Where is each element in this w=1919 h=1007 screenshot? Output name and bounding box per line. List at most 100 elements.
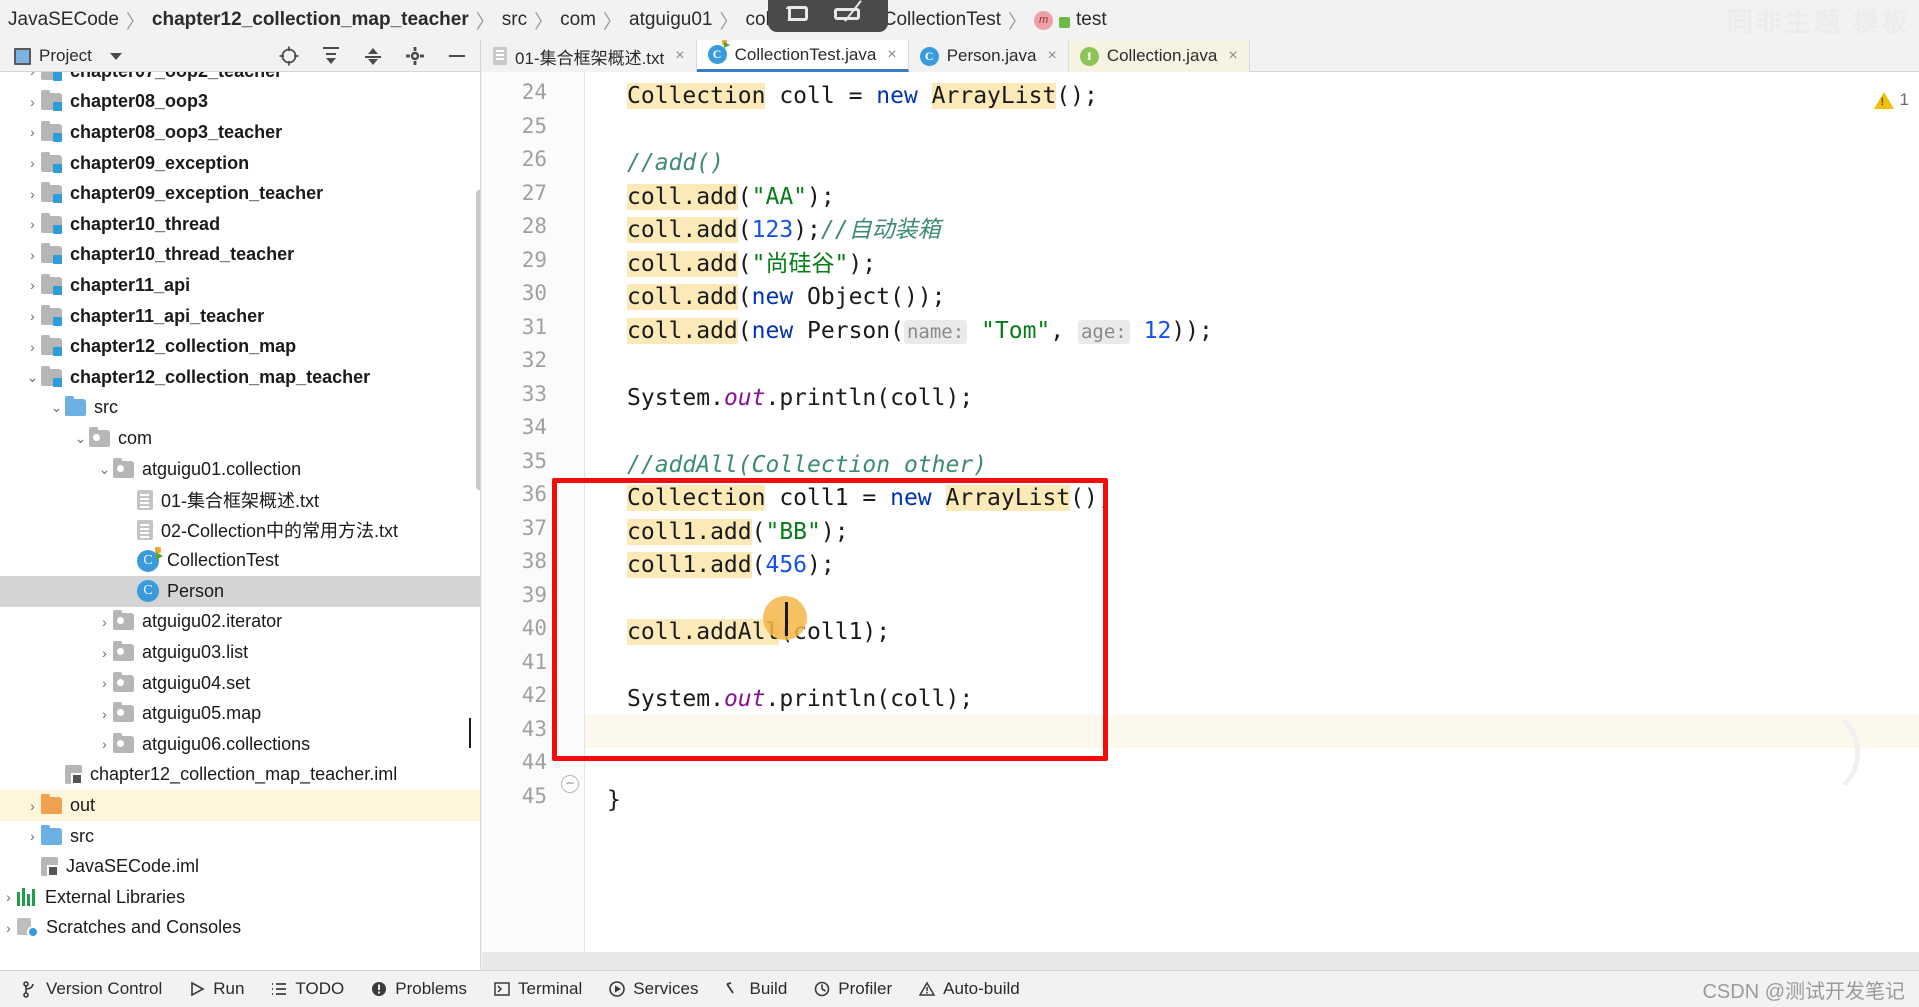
code-line-45[interactable]: } [607, 784, 621, 818]
tree-row-person[interactable]: C Person [0, 576, 480, 607]
code-line-27[interactable]: coll.add("AA"); [627, 181, 835, 215]
project-tree-panel[interactable]: › chapter07_oop2_teacher › chapter08_oop3 › c… [0, 72, 481, 970]
chevron-right-icon[interactable]: › [24, 828, 41, 844]
breadcrumb-item-atguigu01[interactable]: atguigu01 [623, 0, 718, 40]
chevron-right-icon[interactable]: › [0, 889, 17, 905]
chevron-right-icon[interactable]: › [24, 339, 41, 355]
hide-panel-icon[interactable] [446, 45, 468, 67]
tree-row-chapter11-api[interactable]: › chapter11_api [0, 270, 480, 301]
status-bar-item-auto-build[interactable]: Auto-build [905, 979, 1033, 999]
status-bar-item-terminal[interactable]: Terminal [480, 979, 595, 999]
chevron-down-icon[interactable] [109, 52, 122, 60]
tree-scrollbar[interactable] [476, 190, 480, 490]
code-line-37[interactable]: coll1.add("BB"); [627, 516, 849, 550]
chevron-right-icon[interactable]: › [24, 155, 41, 171]
code-line-35[interactable]: //addAll(Collection other) [627, 449, 987, 483]
collapse-all-icon[interactable] [362, 45, 384, 67]
close-icon[interactable]: × [675, 47, 684, 65]
chevron-right-icon[interactable]: › [24, 277, 41, 293]
status-bar-item-services[interactable]: Services [595, 979, 711, 999]
tree-row-collectiontest[interactable]: C CollectionTest [0, 546, 480, 577]
settings-gear-icon[interactable] [404, 45, 426, 67]
tree-row-scratches-and-consoles[interactable]: › Scratches and Consoles [0, 913, 480, 944]
status-bar-item-version-control[interactable]: Version Control [8, 979, 175, 999]
chevron-right-icon[interactable]: › [24, 94, 41, 110]
tree-row-chapter09-exception-teacher[interactable]: › chapter09_exception_teacher [0, 178, 480, 209]
tree-row-atguigu05-map[interactable]: › atguigu05.map [0, 698, 480, 729]
code-folding-bar[interactable]: − [557, 72, 585, 970]
code-line-26[interactable]: //add() [627, 147, 724, 181]
chevron-right-icon[interactable]: › [24, 798, 41, 814]
tree-row-src[interactable]: ⌄ src [0, 393, 480, 424]
tree-row-src[interactable]: › src [0, 821, 480, 852]
tree-row-01-txt[interactable]: 01-集合框架概述.txt [0, 484, 480, 515]
chevron-right-icon[interactable]: › [24, 72, 41, 79]
code-line-42[interactable]: System.out.println(coll); [627, 683, 973, 717]
tree-row-chapter08-oop3-teacher[interactable]: › chapter08_oop3_teacher [0, 117, 480, 148]
editor-tab-01-txt[interactable]: 01-集合框架概述.txt × [482, 40, 697, 72]
chevron-right-icon[interactable]: › [96, 736, 113, 752]
tree-row-chapter10-thread[interactable]: › chapter10_thread [0, 209, 480, 240]
chevron-down-icon[interactable]: ⌄ [96, 461, 113, 478]
code-line-28[interactable]: coll.add(123);//自动装箱 [627, 214, 941, 248]
tree-row-atguigu04-set[interactable]: › atguigu04.set [0, 668, 480, 699]
chevron-right-icon[interactable]: › [96, 675, 113, 691]
chevron-right-icon[interactable]: › [24, 308, 41, 324]
breadcrumb-item-javasecode[interactable]: JavaSECode [2, 0, 125, 40]
expand-all-icon[interactable] [320, 45, 342, 67]
code-line-33[interactable]: System.out.println(coll); [627, 382, 973, 416]
code-line-36[interactable]: Collection coll1 = new ArrayList(); [627, 482, 1112, 516]
chevron-right-icon[interactable]: › [96, 614, 113, 630]
project-panel-title-group[interactable]: Project [0, 46, 92, 66]
chevron-down-icon[interactable]: ⌄ [48, 399, 65, 416]
tree-row-atguigu01-collection[interactable]: ⌄ atguigu01.collection [0, 454, 480, 485]
code-line-24[interactable]: Collection coll = new ArrayList(); [627, 80, 1098, 114]
chevron-right-icon[interactable]: › [24, 216, 41, 232]
status-bar-item-profiler[interactable]: Profiler [800, 979, 905, 999]
close-icon[interactable]: × [1047, 47, 1056, 65]
status-bar-item-problems[interactable]: Problems [357, 979, 480, 999]
chevron-right-icon[interactable]: › [96, 645, 113, 661]
tree-row-atguigu02-iterator[interactable]: › atguigu02.iterator [0, 607, 480, 638]
breadcrumb-item-com[interactable]: com [554, 0, 602, 40]
chevron-right-icon[interactable]: › [0, 920, 17, 936]
code-line-38[interactable]: coll1.add(456); [627, 549, 835, 583]
tree-row-atguigu06-collections[interactable]: › atguigu06.collections [0, 729, 480, 760]
status-bar-item-todo[interactable]: TODO [257, 979, 357, 999]
editor-tab-collection-java[interactable]: I Collection.java × [1068, 40, 1250, 72]
tree-row-atguigu03-list[interactable]: › atguigu03.list [0, 637, 480, 668]
tree-row-chapter11-api-teacher[interactable]: › chapter11_api_teacher [0, 301, 480, 332]
code-text-area[interactable]: Collection coll = new ArrayList(); //add(… [469, 72, 1919, 970]
close-icon[interactable]: × [887, 46, 896, 64]
status-bar-item-build[interactable]: Build [711, 979, 800, 999]
tree-row-02-collection-txt[interactable]: 02-Collection中的常用方法.txt [0, 515, 480, 546]
inspection-warning-indicator[interactable]: 1 [1873, 90, 1909, 110]
tree-row-chapter12-collection-map-teacher[interactable]: ⌄ chapter12_collection_map_teacher [0, 362, 480, 393]
status-bar-item-run[interactable]: Run [175, 979, 257, 999]
tree-row-chapter12-collection-map[interactable]: › chapter12_collection_map [0, 331, 480, 362]
code-line-40[interactable]: coll.addAll(coll1); [627, 616, 890, 650]
close-icon[interactable]: × [1228, 47, 1237, 65]
chevron-right-icon[interactable]: › [24, 124, 41, 140]
tree-row-chapter12-collection-map-teacher-iml[interactable]: chapter12_collection_map_teacher.iml [0, 760, 480, 791]
breadcrumb-item-test[interactable]: m test [1028, 0, 1113, 40]
chevron-right-icon[interactable]: › [24, 186, 41, 202]
code-line-31[interactable]: coll.add(new Person(name: "Tom", age: 12… [627, 315, 1213, 350]
tree-row-chapter08-oop3[interactable]: › chapter08_oop3 [0, 87, 480, 118]
breadcrumb-item-chapter12-collection-map-teacher[interactable]: chapter12_collection_map_teacher [146, 0, 475, 40]
code-editor[interactable]: 24 25 26 27 28 29 30 31 32 33 34 35 36 37 38 39 40 41 42 43… [469, 72, 1919, 970]
editor-tab-person-java[interactable]: C Person.java × [908, 40, 1069, 72]
floating-toolbar-blob[interactable] [768, 0, 888, 32]
tree-row-javasecode-iml[interactable]: JavaSECode.iml [0, 851, 480, 882]
chevron-down-icon[interactable]: ⌄ [72, 430, 89, 447]
tree-row-com[interactable]: ⌄ com [0, 423, 480, 454]
chevron-down-icon[interactable]: ⌄ [24, 369, 41, 386]
chevron-right-icon[interactable]: › [96, 706, 113, 722]
breadcrumb-item-src[interactable]: src [496, 0, 533, 40]
code-line-29[interactable]: coll.add("尚硅谷"); [627, 248, 876, 282]
tree-row-out[interactable]: › out [0, 790, 480, 821]
tree-row-chapter09-exception[interactable]: › chapter09_exception [0, 148, 480, 179]
fold-collapse-icon[interactable]: − [561, 775, 579, 793]
tree-row-chapter10-thread-teacher[interactable]: › chapter10_thread_teacher [0, 240, 480, 271]
locate-icon[interactable] [278, 45, 300, 67]
